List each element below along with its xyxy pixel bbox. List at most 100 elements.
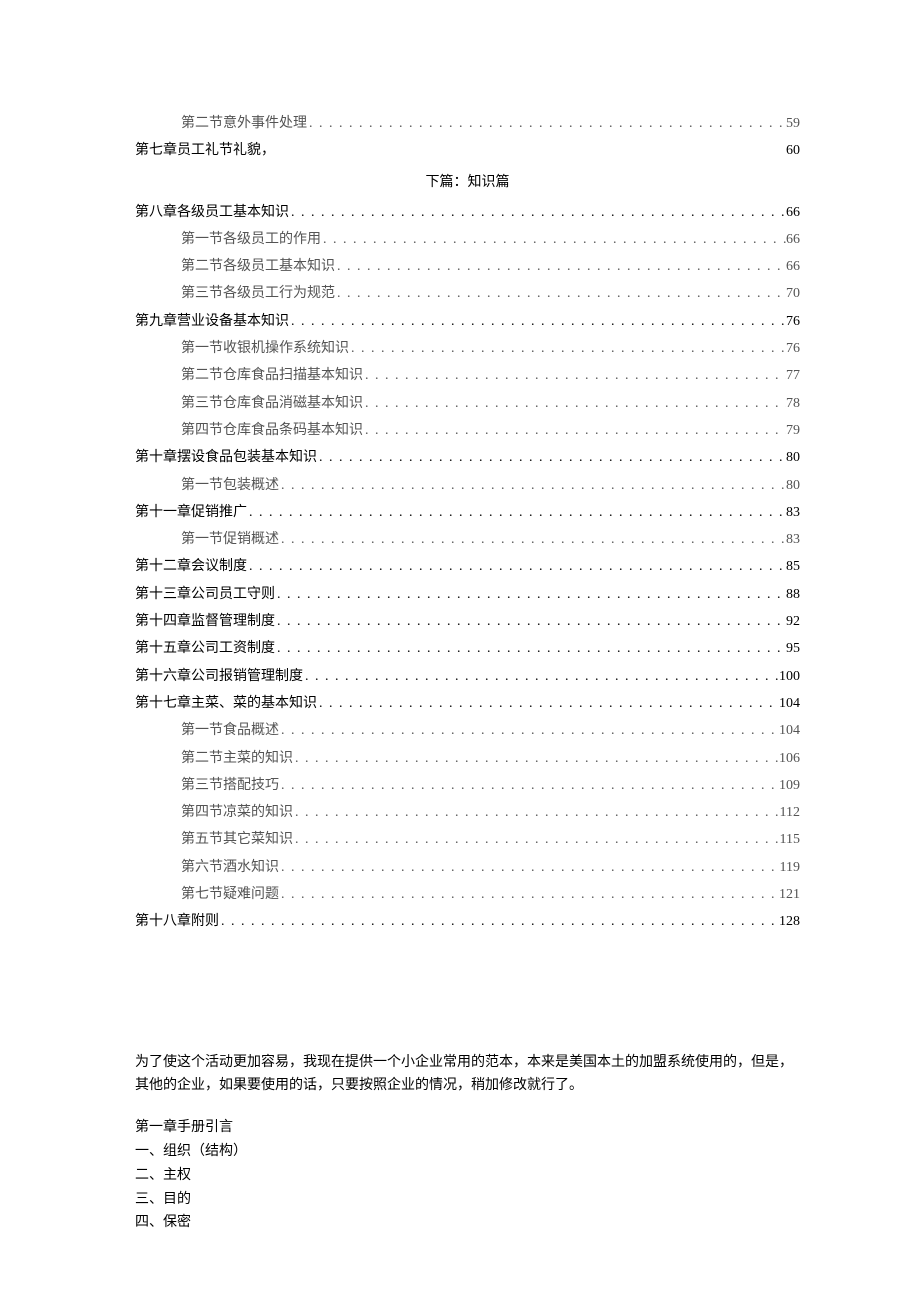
toc-leader-dots: . . . . . . . . . . . . . . . . . . . . … [321,226,786,253]
toc-entry-label: 第十八章附则 [135,908,219,935]
toc-subentry: 第六节酒水知识 . . . . . . . . . . . . . . . . … [135,854,800,881]
toc-entry-label: 第四节凉菜的知识 [181,799,293,826]
outline-item: 一、组织（结构） [135,1140,800,1164]
toc-leader-dots: . . . . . . . . . . . . . . . . . . . . … [335,280,786,307]
toc-section-heading: 下篇：知识篇 [135,171,800,191]
toc-entry-label: 第七节疑难问题 [181,881,279,908]
toc-leader-dots: . . . . . . . . . . . . . . . . . . . . … [363,362,786,389]
toc-entry-label: 第九章营业设备基本知识 [135,308,289,335]
toc-entry-label: 第十一章促销推广 [135,499,247,526]
toc-entry-label: 第三节各级员工行为规范 [181,280,335,307]
toc-entry: 第十五章公司工资制度 . . . . . . . . . . . . . . .… [135,635,800,662]
toc-subentry: 第一节包装概述 . . . . . . . . . . . . . . . . … [135,472,800,499]
toc-subentry: 第一节促销概述 . . . . . . . . . . . . . . . . … [135,526,800,553]
toc-entry-label: 第十五章公司工资制度 [135,635,275,662]
toc-entry-page: 128 [779,908,800,935]
toc-entry-label: 第六节酒水知识 [181,854,279,881]
toc-entry-label: 第三节搭配技巧 [181,772,279,799]
toc-leader-dots: . . . . . . . . . . . . . . . . . . . . … [279,881,779,908]
toc-entry-label: 第一节收银机操作系统知识 [181,335,349,362]
toc-leader-dots: . . . . . . . . . . . . . . . . . . . . … [275,635,786,662]
toc-entry-page: 80 [786,444,800,471]
toc-entry-page: 70 [786,280,800,307]
toc-leader-dots: . . . . . . . . . . . . . . . . . . . . … [307,110,786,137]
toc-entry-page: 66 [786,199,800,226]
toc-entry-page: 59 [786,110,800,137]
toc-entry-page: 112 [780,799,800,826]
toc-entry-label: 第十二章会议制度 [135,553,247,580]
toc-leader-dots: . . . . . . . . . . . . . . . . . . . . … [279,717,779,744]
toc-subentry: 第七节疑难问题 . . . . . . . . . . . . . . . . … [135,881,800,908]
toc-entry-page: 104 [779,717,800,744]
toc-entry: 第七章员工礼节礼貌，60 [135,137,800,164]
toc-entry-label: 第一节促销概述 [181,526,279,553]
toc-entry-label: 第十章摆设食品包装基本知识 [135,444,317,471]
toc-entry-page: 100 [779,663,800,690]
toc-entry-label: 第三节仓库食品消磁基本知识 [181,390,363,417]
toc-leader-dots: . . . . . . . . . . . . . . . . . . . . … [317,444,786,471]
toc-entry-page: 76 [786,335,800,362]
toc-entry: 第八章各级员工基本知识 . . . . . . . . . . . . . . … [135,199,800,226]
toc-leader-dots: . . . . . . . . . . . . . . . . . . . . … [289,308,786,335]
toc-leader-dots: . . . . . . . . . . . . . . . . . . . . … [275,608,786,635]
toc-entry-label: 第十六章公司报销管理制度 [135,663,303,690]
toc-entry: 第十一章促销推广 . . . . . . . . . . . . . . . .… [135,499,800,526]
toc-entry-page: 109 [779,772,800,799]
toc-leader-dots: . . . . . . . . . . . . . . . . . . . . … [363,390,786,417]
outline-item: 四、保密 [135,1211,800,1235]
outline-item: 第一章手册引言 [135,1116,800,1140]
toc-entry: 第十章摆设食品包装基本知识 . . . . . . . . . . . . . … [135,444,800,471]
toc-entry-label: 第十七章主菜、菜的基本知识 [135,690,317,717]
toc-entry-page: 104 [779,690,800,717]
toc-entry-page: 79 [786,417,800,444]
toc-leader-dots: . . . . . . . . . . . . . . . . . . . . … [293,826,780,853]
toc-entry-page: 119 [780,854,800,881]
toc-entry-page: 83 [786,499,800,526]
toc-entry-label: 第八章各级员工基本知识 [135,199,289,226]
toc-entry-label: 第二节主菜的知识 [181,745,293,772]
toc-entry: 第十二章会议制度 . . . . . . . . . . . . . . . .… [135,553,800,580]
toc-entry-page: 66 [786,253,800,280]
toc-entry-page: 83 [786,526,800,553]
toc-subentry: 第一节食品概述 . . . . . . . . . . . . . . . . … [135,717,800,744]
toc-entry-page: 88 [786,581,800,608]
toc-leader-dots: . . . . . . . . . . . . . . . . . . . . … [279,772,779,799]
toc-entry-label: 第一节包装概述 [181,472,279,499]
toc-entry-page: 95 [786,635,800,662]
toc-leader-dots: . . . . . . . . . . . . . . . . . . . . … [293,745,779,772]
outline-item: 三、目的 [135,1188,800,1212]
toc-entry: 第十七章主菜、菜的基本知识 . . . . . . . . . . . . . … [135,690,800,717]
toc-entry-page: 106 [779,745,800,772]
toc-entry: 第十三章公司员工守则 . . . . . . . . . . . . . . .… [135,581,800,608]
toc-entry-label: 第十三章公司员工守则 [135,581,275,608]
toc-subentry: 第三节各级员工行为规范 . . . . . . . . . . . . . . … [135,280,800,307]
toc-leader-dots: . . . . . . . . . . . . . . . . . . . . … [289,199,786,226]
toc-subentry: 第三节仓库食品消磁基本知识 . . . . . . . . . . . . . … [135,390,800,417]
toc-entry-page: 85 [786,553,800,580]
toc-leader-dots: . . . . . . . . . . . . . . . . . . . . … [317,690,779,717]
toc-leader-dots: . . . . . . . . . . . . . . . . . . . . … [363,417,786,444]
toc-entry-page: 66 [786,226,800,253]
toc-subentry: 第二节主菜的知识 . . . . . . . . . . . . . . . .… [135,745,800,772]
paragraph-text: 为了使这个活动更加容易，我现在提供一个小企业常用的范本，本来是美国本土的加盟系统… [135,1051,800,1099]
toc-leader-dots: . . . . . . . . . . . . . . . . . . . . … [335,253,786,280]
toc-entry: 第九章营业设备基本知识 . . . . . . . . . . . . . . … [135,308,800,335]
toc-entry-label: 第二节各级员工基本知识 [181,253,335,280]
toc-subentry: 第四节仓库食品条码基本知识 . . . . . . . . . . . . . … [135,417,800,444]
toc-leader-dots: . . . . . . . . . . . . . . . . . . . . … [219,908,779,935]
chapter-outline-list: 第一章手册引言一、组织（结构）二、主权三、目的四、保密 [135,1116,800,1235]
toc-entry: 第十六章公司报销管理制度 . . . . . . . . . . . . . .… [135,663,800,690]
toc-entry: 第十四章监督管理制度 . . . . . . . . . . . . . . .… [135,608,800,635]
toc-entry-label: 第二节意外事件处理 [181,110,307,137]
toc-subentry: 第五节其它菜知识 . . . . . . . . . . . . . . . .… [135,826,800,853]
toc-entry-page: 115 [780,826,800,853]
toc-entry: 第十八章附则 . . . . . . . . . . . . . . . . .… [135,908,800,935]
toc-leader-dots: . . . . . . . . . . . . . . . . . . . . … [279,854,780,881]
toc-subentry: 第二节各级员工基本知识 . . . . . . . . . . . . . . … [135,253,800,280]
toc-entry-page: 78 [786,390,800,417]
outline-item: 二、主权 [135,1164,800,1188]
toc-entry-page: 76 [786,308,800,335]
toc-subentry: 第三节搭配技巧 . . . . . . . . . . . . . . . . … [135,772,800,799]
toc-leader-dots: . . . . . . . . . . . . . . . . . . . . … [275,581,786,608]
toc-leader-dots: . . . . . . . . . . . . . . . . . . . . … [293,799,780,826]
